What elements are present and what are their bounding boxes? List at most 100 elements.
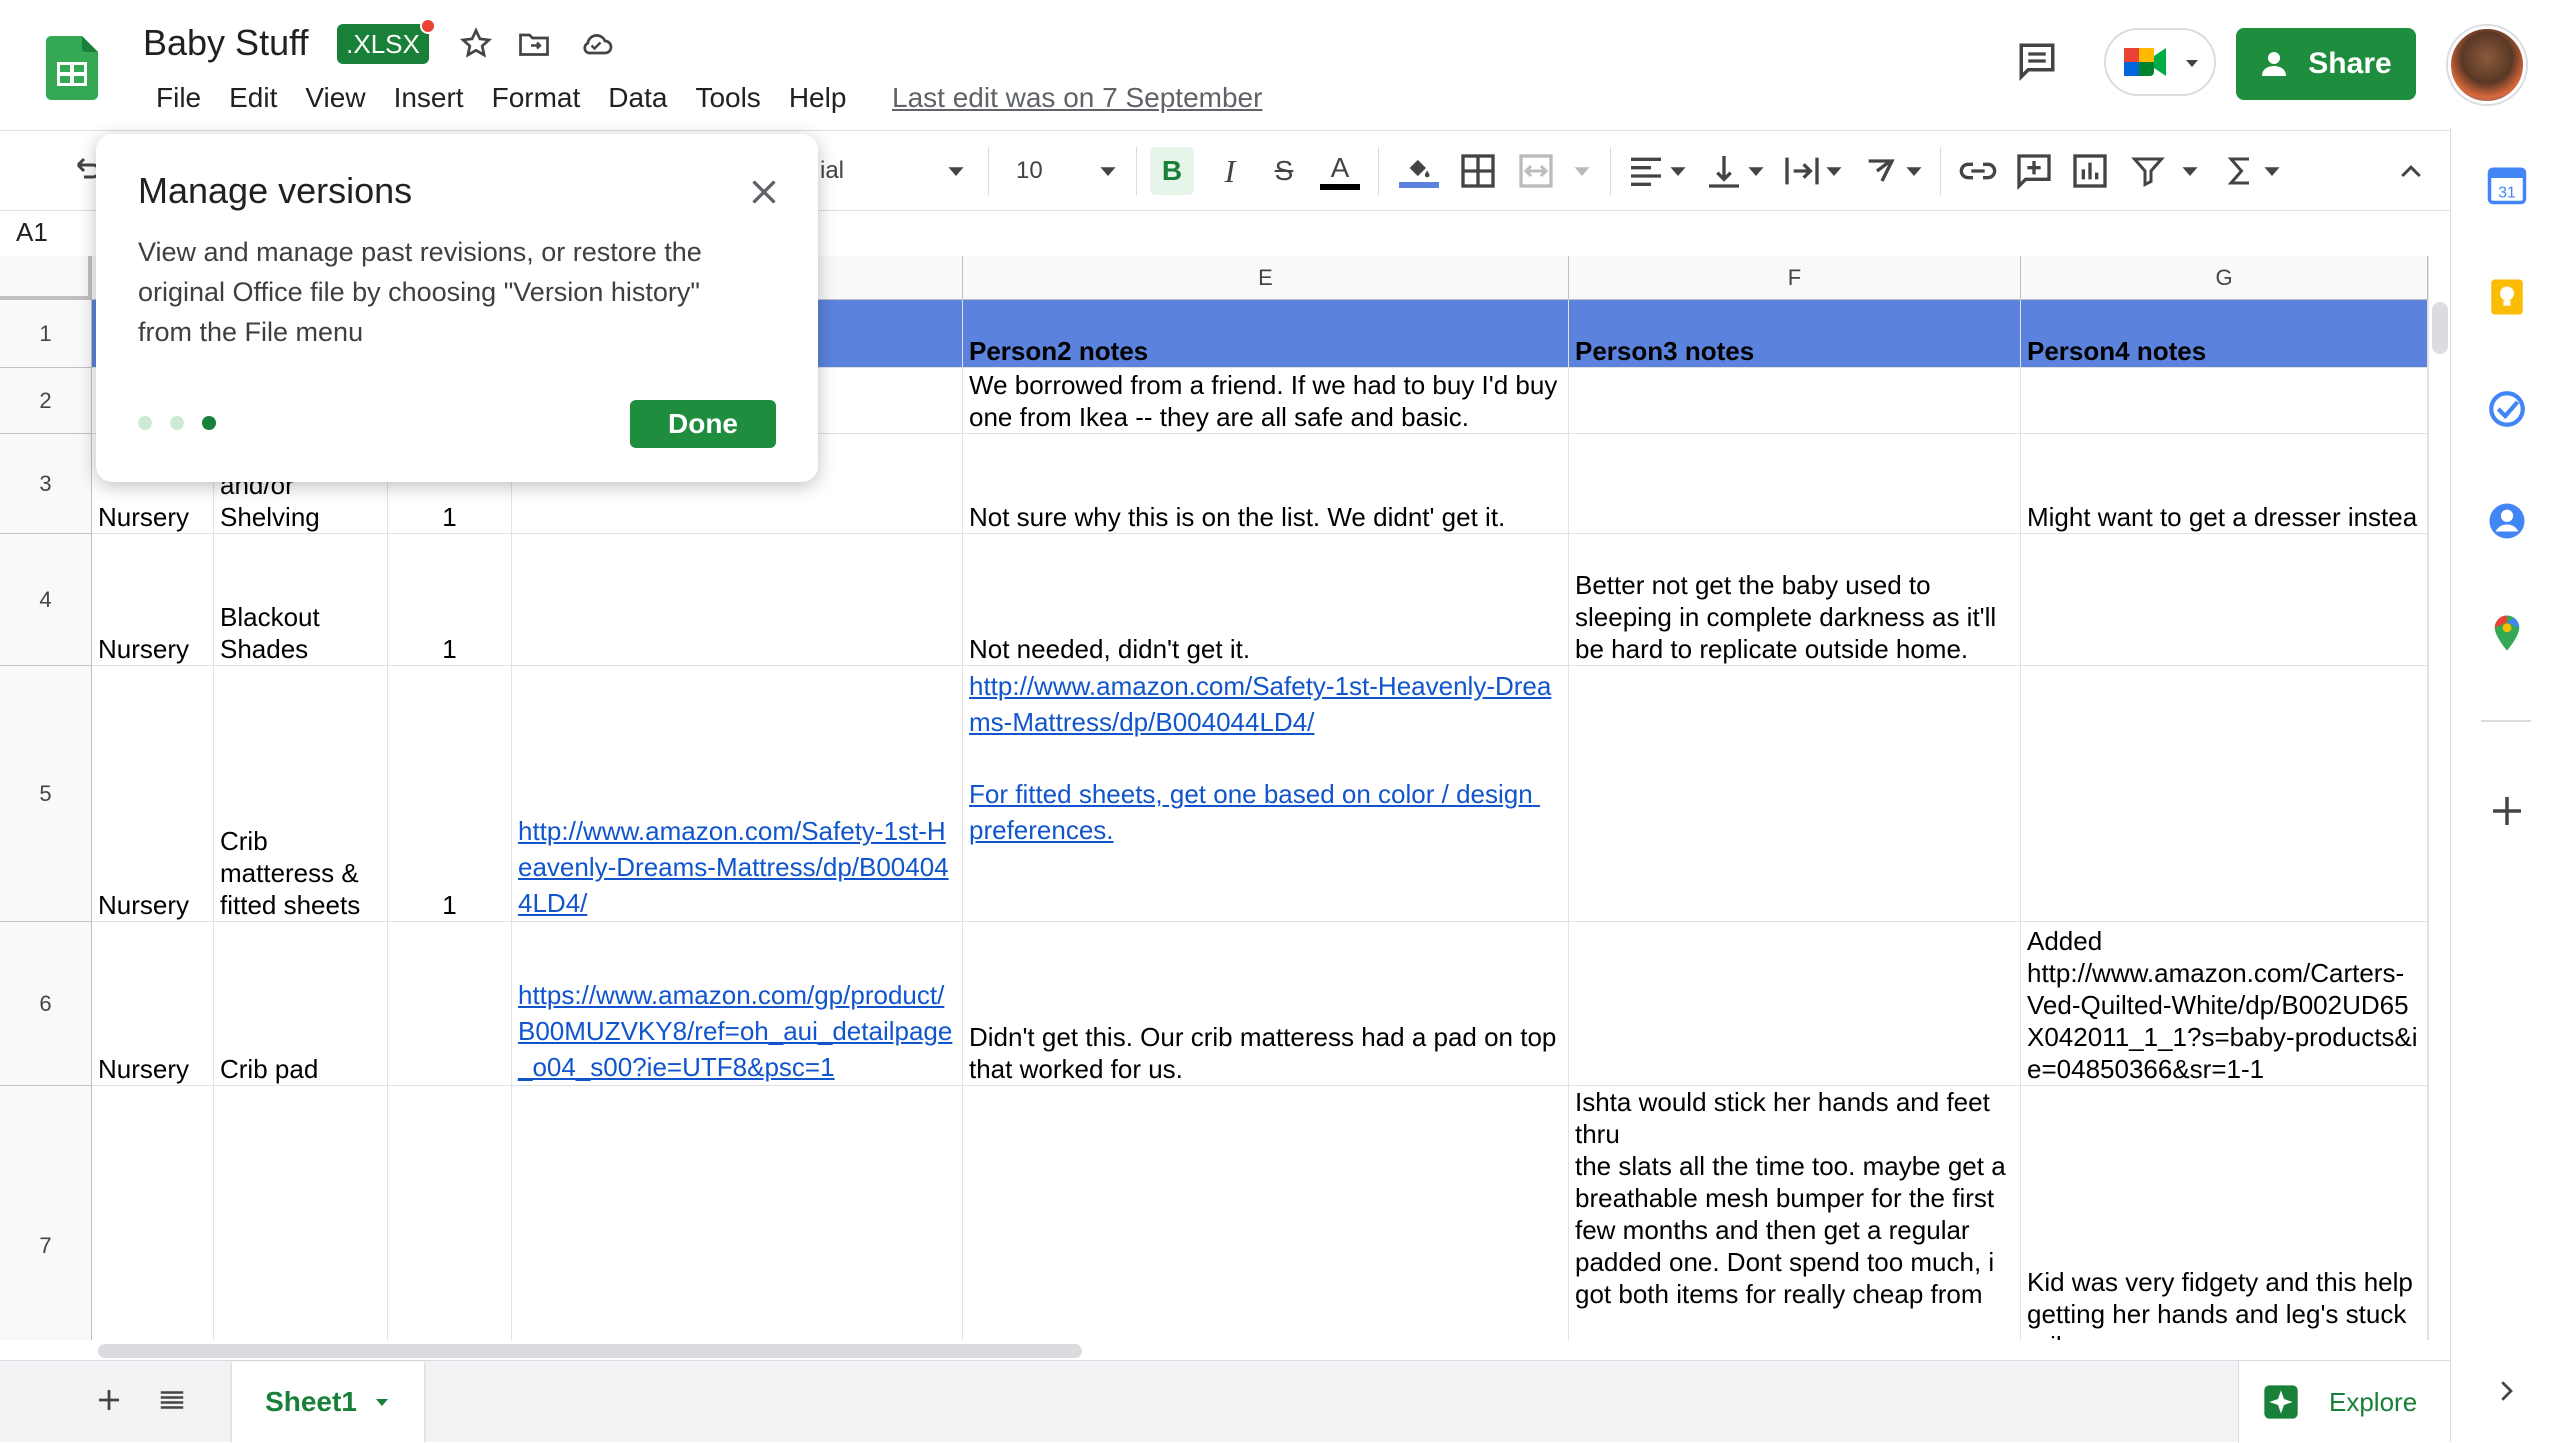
column-header-f[interactable]: F: [1569, 256, 2021, 300]
row-header-4[interactable]: 4: [0, 534, 92, 666]
cell-f6[interactable]: [1569, 922, 2021, 1086]
sheet-menu-chevron-icon[interactable]: [373, 1396, 391, 1408]
menu-data[interactable]: Data: [594, 78, 681, 118]
insert-chart-icon[interactable]: [2070, 151, 2110, 191]
expand-side-panel-icon[interactable]: [2491, 1370, 2521, 1412]
cell-g2[interactable]: [2021, 368, 2428, 434]
cell-g3[interactable]: Might want to get a dresser instea: [2021, 434, 2428, 534]
cell-e2[interactable]: We borrowed from a friend. If we had to …: [963, 368, 1569, 434]
account-avatar[interactable]: [2448, 26, 2526, 104]
halign-chevron-icon[interactable]: [1668, 151, 1688, 191]
document-title[interactable]: Baby Stuff: [143, 22, 308, 64]
meet-button[interactable]: [2104, 28, 2216, 96]
font-chevron-icon[interactable]: [946, 151, 966, 191]
menu-format[interactable]: Format: [478, 78, 595, 118]
row-header-2[interactable]: 2: [0, 368, 92, 434]
select-all-corner[interactable]: [0, 256, 92, 300]
cell-c4[interactable]: 1: [388, 534, 512, 666]
tasks-icon[interactable]: [2486, 388, 2528, 430]
row-header-5[interactable]: 5: [0, 666, 92, 922]
bold-button[interactable]: B: [1150, 147, 1194, 195]
file-format-badge[interactable]: .XLSX: [337, 24, 429, 64]
row-header-3[interactable]: 3: [0, 434, 92, 534]
share-button[interactable]: Share: [2236, 28, 2416, 100]
borders-icon[interactable]: [1458, 151, 1498, 191]
fill-color-button[interactable]: [1396, 151, 1442, 191]
horizontal-align-icon[interactable]: [1626, 151, 1666, 191]
menu-view[interactable]: View: [291, 78, 379, 118]
font-family-select[interactable]: ial: [820, 151, 940, 191]
name-box[interactable]: A1: [16, 217, 48, 248]
font-size-select[interactable]: 10: [1016, 151, 1076, 191]
column-header-e[interactable]: E: [963, 256, 1569, 300]
row-header-6[interactable]: 6: [0, 922, 92, 1086]
cell-c6[interactable]: [388, 922, 512, 1086]
vertical-scrollbar[interactable]: [2428, 256, 2450, 1340]
cell-d6[interactable]: https://www.amazon.com/gp/product/B00MUZ…: [512, 922, 963, 1086]
size-chevron-icon[interactable]: [1098, 151, 1118, 191]
wrap-chevron-icon[interactable]: [1824, 151, 1844, 191]
menu-insert[interactable]: Insert: [380, 78, 478, 118]
strikethrough-button[interactable]: S: [1264, 151, 1304, 191]
all-sheets-icon[interactable]: [156, 1385, 188, 1415]
cell-f2[interactable]: [1569, 368, 2021, 434]
last-edit-link[interactable]: Last edit was on 7 September: [892, 78, 1262, 118]
text-color-button[interactable]: A: [1318, 151, 1362, 191]
horizontal-scrollbar[interactable]: [92, 1340, 2428, 1360]
functions-icon[interactable]: [2222, 151, 2258, 191]
cell-c5[interactable]: 1: [388, 666, 512, 922]
italic-button[interactable]: I: [1210, 151, 1250, 191]
insert-link-icon[interactable]: [1958, 151, 1998, 191]
add-sheet-icon[interactable]: [94, 1385, 124, 1415]
maps-icon[interactable]: [2486, 612, 2528, 654]
cell-g4[interactable]: [2021, 534, 2428, 666]
cell-c7[interactable]: [388, 1086, 512, 1340]
collapse-toolbar-icon[interactable]: [2396, 151, 2426, 191]
cell-f5[interactable]: [1569, 666, 2021, 922]
cell-e1[interactable]: Person2 notes: [963, 300, 1569, 368]
cell-g5[interactable]: [2021, 666, 2428, 922]
cell-d5[interactable]: http://www.amazon.com/Safety-1st-Heavenl…: [512, 666, 963, 922]
contacts-icon[interactable]: [2486, 500, 2528, 542]
filter-chevron-icon[interactable]: [2180, 151, 2200, 191]
cell-f3[interactable]: [1569, 434, 2021, 534]
cell-a5[interactable]: Nursery: [92, 666, 214, 922]
cell-f7[interactable]: Ishta would stick her hands and feet thr…: [1569, 1086, 2021, 1340]
menu-edit[interactable]: Edit: [215, 78, 291, 118]
vertical-align-icon[interactable]: [1704, 151, 1744, 191]
cell-g7[interactable]: Kid was very fidgety and this help getti…: [2021, 1086, 2428, 1340]
row-header-1[interactable]: 1: [0, 300, 92, 368]
cell-a6[interactable]: Nursery: [92, 922, 214, 1086]
cell-e7[interactable]: [963, 1086, 1569, 1340]
menu-tools[interactable]: Tools: [681, 78, 774, 118]
cell-g6[interactable]: Added http://www.amazon.com/Carters-Ved-…: [2021, 922, 2428, 1086]
cell-d4[interactable]: [512, 534, 963, 666]
cell-a4[interactable]: Nursery: [92, 534, 214, 666]
sheets-logo-icon[interactable]: [46, 36, 98, 100]
cell-e4[interactable]: Not needed, didn't get it.: [963, 534, 1569, 666]
cell-f1[interactable]: Person3 notes: [1569, 300, 2021, 368]
cell-b5[interactable]: Crib matteress & fitted sheets: [214, 666, 388, 922]
cell-e6[interactable]: Didn't get this. Our crib matteress had …: [963, 922, 1569, 1086]
move-folder-icon[interactable]: [516, 26, 552, 62]
merge-chevron-icon[interactable]: [1572, 151, 1592, 191]
filter-icon[interactable]: [2130, 151, 2166, 191]
valign-chevron-icon[interactable]: [1746, 151, 1766, 191]
functions-chevron-icon[interactable]: [2262, 151, 2282, 191]
cloud-status-icon[interactable]: [578, 26, 614, 62]
horizontal-scroll-thumb[interactable]: [98, 1344, 1082, 1358]
add-addon-icon[interactable]: [2486, 790, 2528, 832]
text-wrap-icon[interactable]: [1782, 151, 1822, 191]
cell-b4[interactable]: Blackout Shades: [214, 534, 388, 666]
insert-comment-icon[interactable]: [2014, 151, 2054, 191]
cell-e3[interactable]: Not sure why this is on the list. We did…: [963, 434, 1569, 534]
keep-icon[interactable]: [2486, 276, 2528, 318]
rotation-chevron-icon[interactable]: [1904, 151, 1924, 191]
row-header-7[interactable]: 7: [0, 1086, 92, 1340]
cell-b6[interactable]: Crib pad: [214, 922, 388, 1086]
merge-cells-icon[interactable]: [1516, 151, 1556, 191]
close-icon[interactable]: [746, 174, 782, 210]
cell-a7[interactable]: [92, 1086, 214, 1340]
menu-file[interactable]: File: [142, 78, 215, 118]
menu-help[interactable]: Help: [775, 78, 861, 118]
